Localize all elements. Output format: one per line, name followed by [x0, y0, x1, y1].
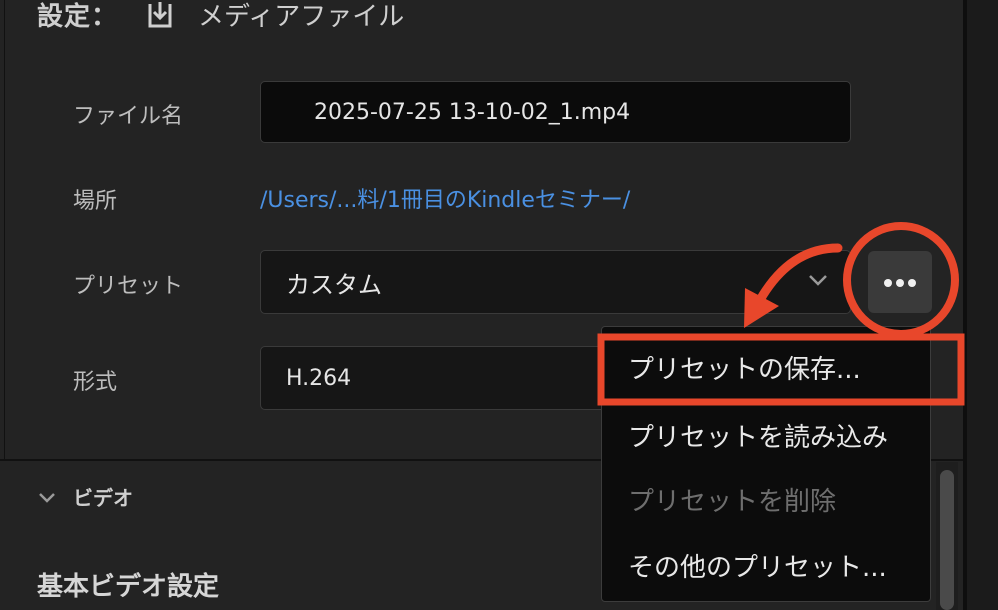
settings-title: 設定： [37, 1, 119, 32]
right-panel-edge [967, 0, 998, 610]
preset-dropdown-menu: プリセットの保存... プリセットを読み込み プリセットを削除 その他のプリセッ… [601, 326, 931, 602]
settings-header: 設定： メディアファイル [37, 0, 404, 34]
preset-more-button[interactable] [868, 251, 932, 313]
format-label: 形式 [73, 370, 118, 395]
preset-value: カスタム [286, 270, 382, 299]
chevron-down-icon [806, 268, 830, 292]
location-label: 場所 [73, 189, 118, 214]
chevron-down-icon [37, 487, 57, 507]
menu-item-delete-preset: プリセットを削除 [628, 487, 837, 517]
video-section-toggle[interactable]: ビデオ [37, 482, 133, 511]
panel-left-border [4, 0, 5, 460]
more-icon [883, 273, 917, 292]
location-link[interactable]: /Users/...料/1冊目のKindleセミナー/ [260, 182, 630, 214]
format-select[interactable]: H.264 [260, 346, 620, 410]
export-settings-screen: 設定： メディアファイル ファイル名 2025-07-25 13-10-02_1… [0, 0, 998, 610]
filename-input[interactable]: 2025-07-25 13-10-02_1.mp4 [260, 81, 851, 143]
download-icon [144, 0, 176, 30]
video-section-label: ビデオ [73, 486, 133, 510]
filename-value: 2025-07-25 13-10-02_1.mp4 [314, 99, 631, 125]
preset-label: プリセット [73, 274, 184, 299]
scrollbar-thumb[interactable] [940, 470, 954, 610]
preset-select[interactable]: カスタム [260, 250, 851, 314]
basic-video-settings-heading: 基本ビデオ設定 [37, 572, 220, 602]
menu-item-other-presets[interactable]: その他のプリセット... [628, 547, 887, 584]
media-file-label: メディアファイル [198, 1, 405, 32]
menu-item-load-preset[interactable]: プリセットを読み込み [628, 417, 888, 454]
menu-item-save-preset[interactable]: プリセットの保存... [628, 349, 861, 386]
filename-label: ファイル名 [73, 104, 184, 129]
format-value: H.264 [286, 365, 352, 391]
